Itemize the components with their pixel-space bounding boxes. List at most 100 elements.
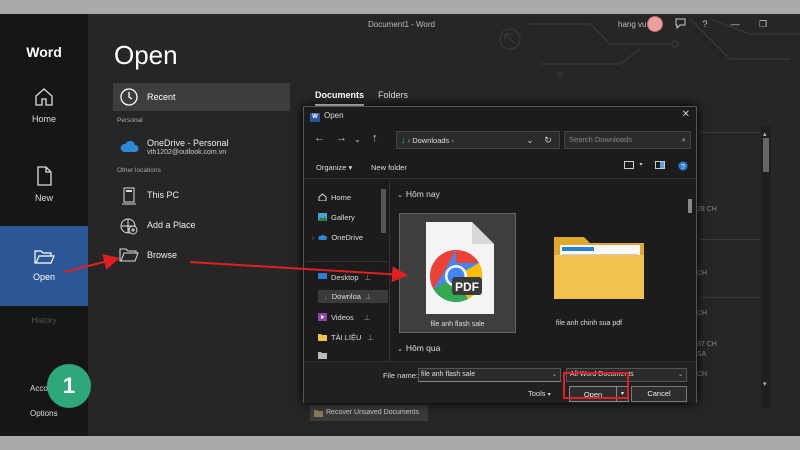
search-icon: ⌕ xyxy=(681,135,686,144)
feedback-icon[interactable] xyxy=(673,18,687,30)
tab-folders[interactable]: Folders xyxy=(378,90,408,100)
nav-pane-onedrive-label: OneDrive xyxy=(331,233,364,242)
scrollbar-thumb[interactable] xyxy=(688,199,692,213)
step-badge: 1 xyxy=(47,364,91,408)
documents-scrollbar[interactable] xyxy=(761,126,771,408)
forward-arrow-icon[interactable]: → xyxy=(336,132,347,144)
location-this-pc[interactable]: This PC xyxy=(113,181,290,211)
chevron-down-icon: ▾ xyxy=(547,392,551,398)
recover-unsaved-button[interactable]: Recover Unsaved Documents xyxy=(310,405,428,421)
file-list-scrollbar[interactable] xyxy=(688,191,693,351)
add-place-icon xyxy=(120,218,138,235)
pdf-file-icon: PDF xyxy=(426,222,494,314)
nav-open[interactable]: Open xyxy=(0,226,88,306)
nav-pane-tailieu-label: TÀI LIỆU xyxy=(331,333,362,342)
nav-open-label: Open xyxy=(32,272,56,282)
location-recent-label: Recent xyxy=(147,92,176,102)
tab-documents[interactable]: Documents xyxy=(315,90,365,106)
scroll-up-arrow[interactable]: ▴ xyxy=(763,130,767,138)
organize-menu[interactable]: Organize ▾ xyxy=(316,163,352,172)
nav-options[interactable]: Options xyxy=(30,409,58,418)
scroll-down-arrow[interactable]: ▾ xyxy=(763,380,767,388)
scrollbar-thumb[interactable] xyxy=(763,138,769,172)
search-placeholder: Search Downloads xyxy=(569,135,632,144)
view-dropdown-icon[interactable]: ▾ xyxy=(634,161,648,173)
list-divider xyxy=(700,132,760,133)
add-place-label: Add a Place xyxy=(147,220,196,230)
minimize-button[interactable]: — xyxy=(728,18,742,30)
word-app-icon: W xyxy=(310,113,320,122)
command-bar: Organize ▾ New folder ▾ ? xyxy=(304,157,696,179)
pdf-badge-label: PDF xyxy=(455,280,479,294)
this-pc-label: This PC xyxy=(147,190,180,200)
user-name[interactable]: hang vu xyxy=(618,20,646,29)
restore-button[interactable]: ❐ xyxy=(756,18,770,30)
chevron-down-icon: ⌄ xyxy=(397,192,403,199)
nav-pane-desktop-label: Desktop xyxy=(331,273,359,282)
dialog-footer: File name: file anh flash sale ⌄ All Wor… xyxy=(304,361,696,403)
nav-home[interactable]: Home xyxy=(0,86,88,124)
dialog-title-bar: W Open xyxy=(310,111,344,122)
navigation-pane: Home Gallery › OneDrive Desktop ⊥ ↓ Downloa… xyxy=(304,181,390,361)
nav-pane-videos-label: Videos xyxy=(331,313,354,322)
nav-pane-scrollbar[interactable] xyxy=(381,189,386,233)
location-onedrive[interactable]: OneDrive - Personal vth1202@outlook.com.… xyxy=(113,131,290,161)
location-recent[interactable]: Recent xyxy=(113,83,290,111)
nav-pane-gallery[interactable]: Gallery xyxy=(318,213,355,222)
list-item-time: SA xyxy=(697,351,707,358)
tools-menu[interactable]: Tools ▾ xyxy=(528,389,551,398)
nav-pane-videos[interactable]: Videos ⊥ xyxy=(318,313,370,322)
other-locations-label: Other locations xyxy=(117,167,161,174)
group-today-label: Hôm nay xyxy=(405,189,440,199)
window-title: Document1 - Word xyxy=(368,20,435,29)
list-item-time: CH xyxy=(697,310,708,317)
avatar[interactable] xyxy=(647,16,663,32)
file-name-value: file anh flash sale xyxy=(421,371,476,378)
nav-pane-more[interactable] xyxy=(318,351,331,360)
open-button-highlight xyxy=(563,372,629,399)
chevron-down-icon: ⌄ xyxy=(397,346,403,353)
file-name-pdf: file anh flash sale xyxy=(430,321,485,328)
address-dropdown-icon[interactable]: ⌄ xyxy=(522,131,538,149)
new-folder-button[interactable]: New folder xyxy=(371,163,407,172)
nav-pane-home[interactable]: Home xyxy=(318,193,351,202)
nav-pane-divider xyxy=(306,261,388,262)
file-item-folder[interactable]: file anh chinh sua pdf xyxy=(524,213,654,333)
help-icon[interactable]: ? xyxy=(676,161,690,173)
file-item-pdf[interactable]: PDF file anh flash sale xyxy=(399,213,516,333)
nav-new[interactable]: New xyxy=(0,165,88,203)
group-today-header[interactable]: ⌄ Hôm nay xyxy=(397,189,440,199)
preview-pane-icon[interactable] xyxy=(653,161,667,173)
svg-text:?: ? xyxy=(681,164,685,171)
gallery-icon xyxy=(318,213,327,221)
download-icon: ↓ xyxy=(401,135,406,145)
pin-icon: ⊥ xyxy=(364,292,372,301)
help-button[interactable]: ? xyxy=(698,18,712,30)
nav-history[interactable]: History xyxy=(0,316,88,325)
nav-pane-onedrive[interactable]: › OneDrive xyxy=(312,233,363,242)
folder-icon xyxy=(318,352,327,359)
pin-icon: ⊥ xyxy=(367,333,374,342)
home-icon xyxy=(318,193,327,201)
group-yesterday-label: Hôm qua xyxy=(405,343,441,353)
chevron-right-icon: › xyxy=(451,136,454,145)
nav-pane-tailieu[interactable]: TÀI LIỆU ⊥ xyxy=(318,333,374,342)
file-name-input[interactable]: file anh flash sale ⌄ xyxy=(418,368,561,382)
nav-pane-downloads[interactable]: ↓ Downloa ⊥ xyxy=(318,290,388,303)
up-arrow-icon[interactable]: ↑ xyxy=(372,132,378,144)
location-add-place[interactable]: Add a Place xyxy=(113,211,290,241)
list-item-time: CH xyxy=(697,371,708,378)
location-browse[interactable]: Browse xyxy=(113,241,290,271)
chevron-down-icon[interactable]: ⌄ xyxy=(354,135,361,144)
nav-home-label: Home xyxy=(31,114,56,124)
dialog-close-button[interactable]: ✕ xyxy=(682,109,690,120)
search-input[interactable]: Search Downloads ⌕ xyxy=(564,131,691,149)
open-file-dialog: W Open ✕ ← → ⌄ ↑ ↓ › Downloads › ⌄ ↻ Sear… xyxy=(303,106,697,403)
cancel-button[interactable]: Cancel xyxy=(631,386,687,402)
group-yesterday-header[interactable]: ⌄ Hôm qua xyxy=(397,343,440,353)
refresh-icon[interactable]: ↻ xyxy=(540,131,556,149)
chevron-down-icon[interactable]: ⌄ xyxy=(552,369,557,381)
back-arrow-icon[interactable]: ← xyxy=(314,132,325,144)
page-title: Open xyxy=(114,40,178,70)
nav-pane-desktop[interactable]: Desktop ⊥ xyxy=(318,273,371,282)
